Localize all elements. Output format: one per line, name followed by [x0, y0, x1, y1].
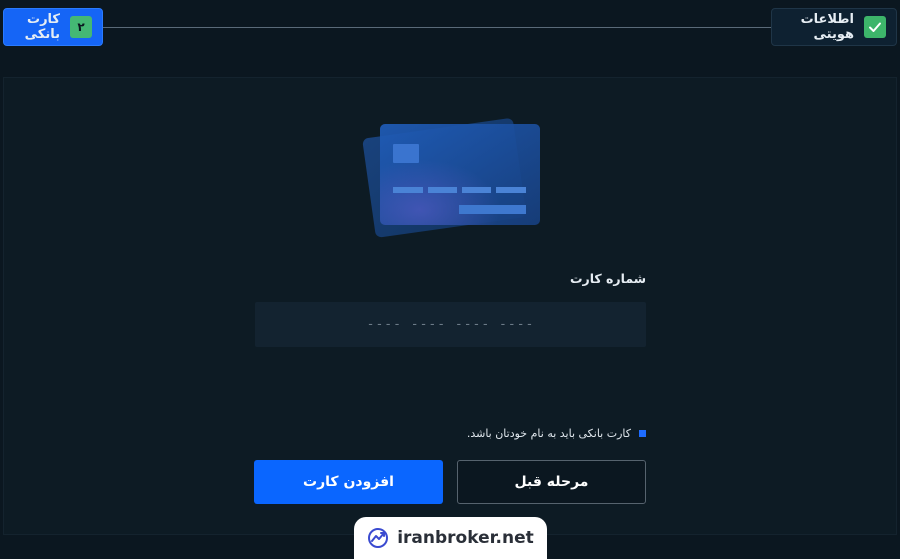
watermark: iranbroker.net: [354, 517, 547, 559]
chart-trend-icon: [368, 528, 389, 548]
note-text: کارت بانکی باید به نام خودتان باشد.: [466, 427, 631, 440]
step-bank-card[interactable]: ۲ کارت بانکی: [3, 8, 103, 46]
bullet-icon: [639, 430, 646, 437]
bank-card-illustration: [362, 118, 540, 238]
step-identity-info[interactable]: اطلاعات هویتی: [771, 8, 897, 46]
step-label: اطلاعات هویتی: [800, 12, 854, 42]
previous-step-button[interactable]: مرحله قبل: [457, 460, 646, 504]
stepper-line: [100, 27, 775, 28]
step-number-badge: ۲: [70, 16, 92, 38]
add-card-button[interactable]: افزودن کارت: [254, 460, 443, 504]
ownership-note: کارت بانکی باید به نام خودتان باشد.: [467, 427, 646, 440]
check-icon: [864, 16, 886, 38]
step-label: کارت بانکی: [24, 12, 60, 42]
watermark-text: iranbroker.net: [397, 528, 534, 548]
card-number-input[interactable]: [255, 302, 646, 347]
card-number-label: شماره کارت: [569, 271, 646, 286]
